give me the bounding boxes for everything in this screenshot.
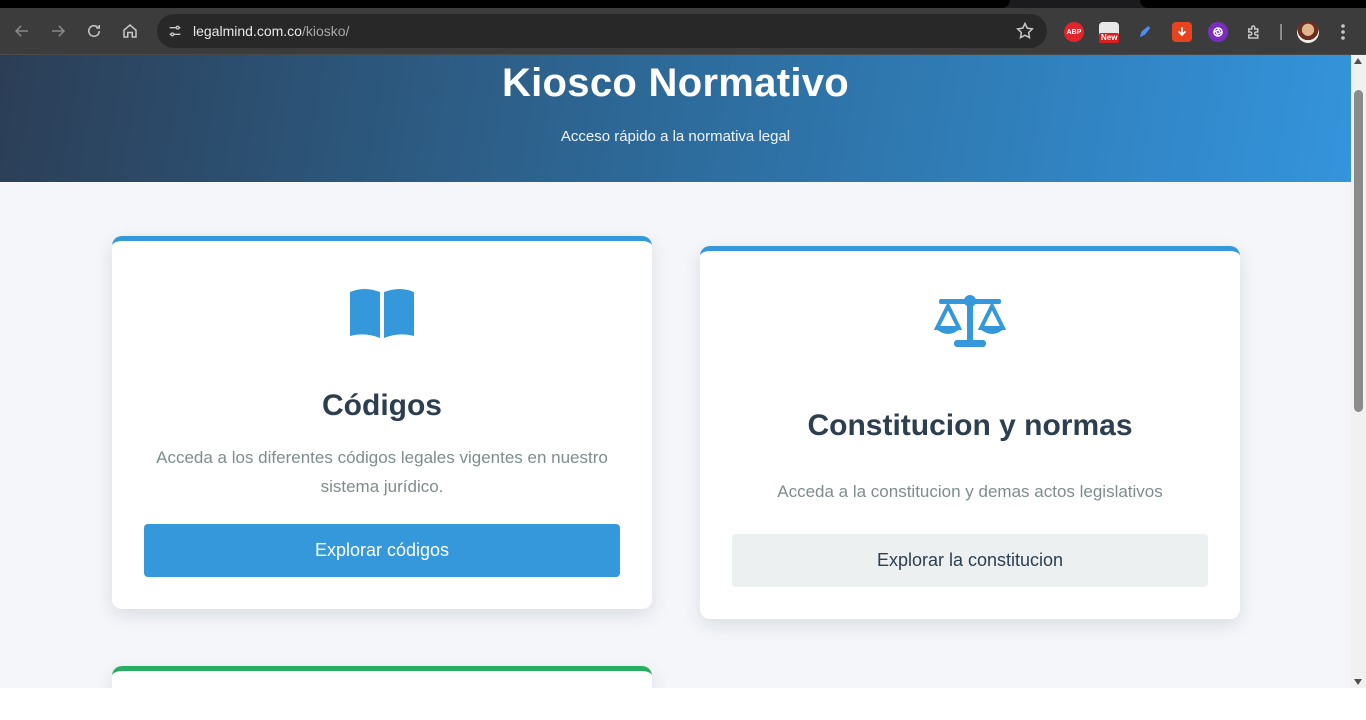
url-host: legalmind.com.co xyxy=(193,23,302,39)
browser-menu-icon[interactable] xyxy=(1333,22,1353,42)
reload-button[interactable] xyxy=(79,16,109,46)
arrow-right-icon xyxy=(52,25,66,37)
page-scrollbar[interactable] xyxy=(1351,55,1366,688)
url-text[interactable]: legalmind.com.co/kiosko/ xyxy=(193,23,349,39)
home-icon xyxy=(123,24,137,38)
card-third-partial xyxy=(112,666,652,688)
forward-button[interactable] xyxy=(43,16,73,46)
page-viewport: Kiosco Normativo Acceso rápido a la norm… xyxy=(0,55,1351,688)
page-title: Kiosco Normativo xyxy=(501,61,850,105)
card-constitucion: Constitucion y normas Acceda a la consti… xyxy=(700,246,1240,619)
extensions-puzzle-icon[interactable] xyxy=(1244,22,1264,42)
card-title: Códigos xyxy=(322,389,442,422)
bookmark-star-icon[interactable] xyxy=(1015,21,1035,41)
window-top-strip xyxy=(0,0,1366,8)
hero-header: Kiosco Normativo Acceso rápido a la norm… xyxy=(0,55,1351,182)
address-bar[interactable]: legalmind.com.co/kiosko/ xyxy=(157,14,1047,48)
window-bottom-strip xyxy=(0,688,1366,720)
card-description: Acceda a los diferentes códigos legales … xyxy=(156,448,608,496)
explore-codes-button[interactable]: Explorar códigos xyxy=(144,524,620,577)
profile-avatar[interactable] xyxy=(1297,21,1319,43)
download-extension-icon[interactable] xyxy=(1172,22,1192,42)
scroll-thumb[interactable] xyxy=(1354,90,1363,412)
news-extension-icon[interactable]: New xyxy=(1099,22,1120,43)
book-icon xyxy=(112,288,652,338)
pen-extension-icon[interactable] xyxy=(1135,22,1155,42)
site-info-icon[interactable] xyxy=(165,21,185,41)
scales-icon xyxy=(700,294,1240,350)
page-subtitle: Acceso rápido a la normativa legal xyxy=(560,128,791,145)
card-codigos: Códigos Acceda a los diferentes códigos … xyxy=(112,236,652,609)
toolbar-separator xyxy=(1280,24,1282,40)
reload-icon xyxy=(88,25,100,37)
camera-extension-icon[interactable] xyxy=(1208,22,1228,42)
back-button[interactable] xyxy=(7,16,37,46)
browser-toolbar: legalmind.com.co/kiosko/ ABP New xyxy=(0,8,1366,55)
tab-strip-right xyxy=(1140,0,1366,8)
arrow-left-icon xyxy=(14,25,28,37)
card-title: Constitucion y normas xyxy=(807,409,1133,442)
home-button[interactable] xyxy=(115,16,145,46)
card-description: Acceda a la constitucion y demas actos l… xyxy=(777,482,1163,501)
url-path: /kiosko/ xyxy=(301,23,350,39)
scroll-up-arrow-icon[interactable] xyxy=(1354,58,1362,64)
explore-constitution-button[interactable]: Explorar la constitucion xyxy=(732,534,1208,587)
new-badge: New xyxy=(1099,33,1120,43)
adblock-extension-icon[interactable]: ABP xyxy=(1064,22,1084,42)
scroll-down-arrow-icon[interactable] xyxy=(1354,679,1362,685)
tab-strip xyxy=(0,0,1010,8)
